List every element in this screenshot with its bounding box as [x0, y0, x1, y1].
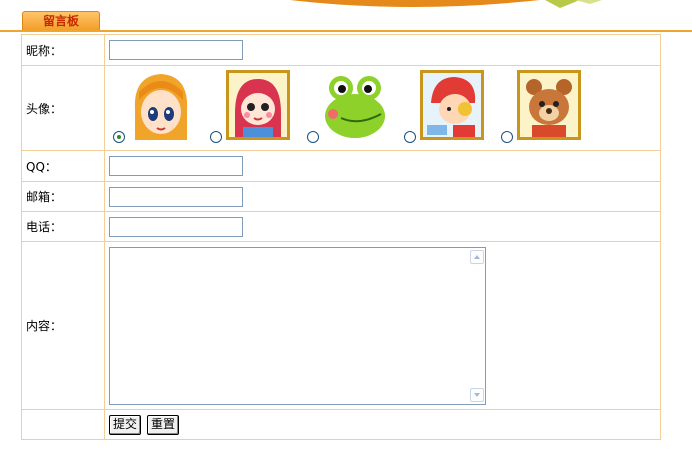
scroll-down-icon[interactable]	[470, 388, 484, 402]
qq-input[interactable]	[109, 156, 243, 176]
avatar-picker	[109, 66, 656, 150]
guestbook-form: 昵称： 头像： QQ： 邮箱： 电话： 内容： 提交 重置	[21, 34, 661, 440]
tab-guestbook[interactable]: 留言板	[22, 11, 100, 31]
content-textarea[interactable]	[109, 247, 486, 405]
qq-label: QQ：	[21, 150, 105, 182]
avatar-label: 头像：	[21, 65, 105, 151]
avatar-radio-2[interactable]	[210, 131, 222, 143]
red-helmet-kid-avatar	[420, 70, 484, 140]
orange-haired-girl-avatar	[129, 70, 193, 140]
header-decoration	[290, 0, 602, 8]
email-label: 邮箱：	[21, 181, 105, 212]
tab-underline	[0, 30, 692, 32]
nickname-input[interactable]	[109, 40, 243, 60]
submit-button[interactable]: 提交	[109, 414, 142, 435]
phone-label: 电话：	[21, 211, 105, 242]
avatar-radio-1[interactable]	[113, 131, 125, 143]
nickname-label: 昵称：	[21, 34, 105, 66]
buttons-label-cell	[21, 409, 105, 440]
avatar-radio-5[interactable]	[501, 131, 513, 143]
green-frog-avatar	[323, 70, 387, 140]
pink-hooded-doll-avatar	[226, 70, 290, 140]
brown-bear-avatar	[517, 70, 581, 140]
phone-input[interactable]	[109, 216, 243, 237]
textarea-scrollbar[interactable]	[469, 248, 485, 404]
scroll-up-icon[interactable]	[470, 250, 484, 264]
reset-button[interactable]: 重置	[147, 414, 180, 435]
avatar-radio-3[interactable]	[307, 131, 319, 143]
content-label: 内容：	[21, 241, 105, 410]
avatar-radio-4[interactable]	[404, 131, 416, 143]
email-input[interactable]	[109, 186, 243, 207]
